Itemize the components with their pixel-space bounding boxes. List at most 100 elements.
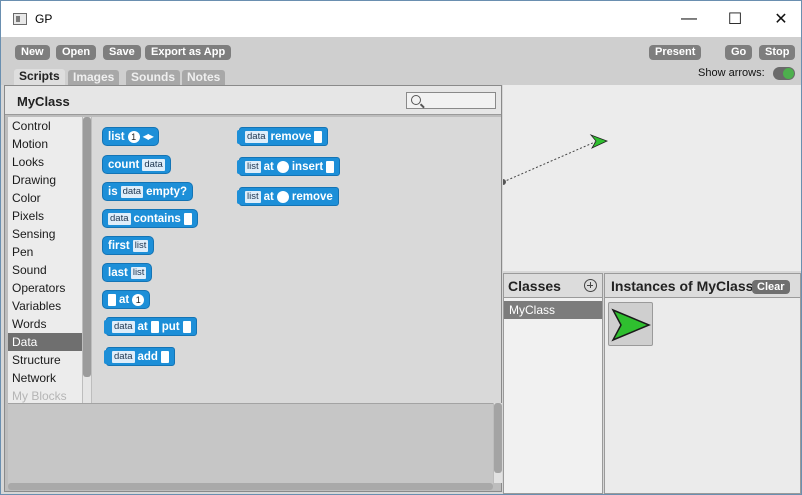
instances-header: Instances of MyClass Clear — [605, 274, 800, 298]
present-button[interactable]: Present — [649, 45, 702, 60]
instances-title: Instances of MyClass — [611, 278, 754, 294]
script-vertical-scrollbar-thumb[interactable] — [494, 403, 502, 473]
stage[interactable] — [503, 85, 801, 271]
save-button[interactable]: Save — [103, 45, 141, 60]
gp-window: GP — ☐ ✕ New Open Save Export as App Pre… — [0, 0, 802, 495]
tab-notes[interactable]: Notes — [182, 70, 226, 85]
input-slot[interactable]: list — [245, 190, 261, 203]
input-slot[interactable]: data — [245, 130, 268, 143]
number-slot[interactable]: 1 — [132, 293, 145, 306]
block-count[interactable]: count data — [102, 155, 171, 174]
block-remove[interactable]: data remove — [236, 127, 329, 146]
category-pixels[interactable]: Pixels — [8, 207, 82, 225]
window-title: GP — [35, 12, 53, 26]
input-slot[interactable] — [326, 160, 335, 173]
block-at-put[interactable]: data at put — [104, 317, 197, 336]
maximize-button[interactable]: ☐ — [712, 1, 758, 37]
category-control[interactable]: Control — [8, 117, 82, 135]
go-button[interactable]: Go — [725, 45, 753, 60]
block-item-at[interactable]: at 1 — [102, 290, 151, 309]
script-horizontal-scrollbar[interactable] — [8, 483, 493, 490]
input-slot[interactable]: data — [112, 350, 135, 363]
block-label: list — [108, 130, 125, 143]
block-label: last — [108, 266, 128, 279]
clear-button[interactable]: Clear — [752, 280, 790, 294]
toolbar: New Open Save Export as App Present Go S… — [1, 37, 801, 85]
input-slot[interactable]: data — [108, 212, 131, 225]
classes-pane: Classes MyClass — [503, 273, 603, 494]
category-pen[interactable]: Pen — [8, 243, 82, 261]
sprite-arrow-icon — [611, 308, 651, 342]
block-label: contains — [133, 212, 181, 225]
block-first[interactable]: first list — [102, 236, 155, 255]
classes-title: Classes — [508, 278, 561, 294]
block-contains[interactable]: data contains — [102, 209, 198, 228]
sprite-arrow-icon[interactable] — [589, 134, 609, 149]
input-slot[interactable] — [108, 293, 116, 306]
class-list-item[interactable]: MyClass — [504, 301, 602, 319]
stop-button[interactable]: Stop — [759, 45, 796, 60]
export-as-app-button[interactable]: Export as App — [145, 45, 232, 60]
category-looks[interactable]: Looks — [8, 153, 82, 171]
number-slot[interactable]: 1 — [127, 130, 140, 143]
category-network[interactable]: Network — [8, 369, 82, 387]
block-label: empty? — [146, 185, 187, 198]
category-words[interactable]: Words — [8, 315, 82, 333]
category-variables[interactable]: Variables — [8, 297, 82, 315]
block-add[interactable]: data add — [104, 347, 175, 366]
category-structure[interactable]: Structure — [8, 351, 82, 369]
title-bar: GP — ☐ ✕ — [1, 1, 801, 37]
input-slot[interactable] — [183, 212, 192, 225]
stage-canvas — [503, 134, 609, 185]
block-last[interactable]: last list — [102, 263, 153, 282]
block-label: add — [137, 350, 158, 363]
new-button[interactable]: New — [15, 45, 50, 60]
rotation-center-dot[interactable] — [503, 179, 506, 185]
input-slot[interactable]: data — [142, 158, 165, 171]
input-slot[interactable]: list — [130, 266, 147, 279]
input-slot[interactable] — [160, 350, 169, 363]
block-label: put — [161, 320, 180, 333]
category-my-blocks[interactable]: My Blocks — [8, 387, 82, 403]
category-data[interactable]: Data — [8, 333, 82, 351]
search-input[interactable] — [406, 92, 496, 109]
block-is-empty[interactable]: is data empty? — [102, 182, 193, 201]
block-at-remove[interactable]: list at remove — [237, 187, 339, 206]
show-arrows-toggle[interactable] — [773, 67, 795, 80]
category-scrollbar[interactable] — [83, 117, 91, 403]
block-list[interactable]: list 1 ◀▶ — [102, 127, 159, 146]
block-label: is — [108, 185, 118, 198]
tab-images[interactable]: Images — [68, 70, 120, 85]
script-vertical-scrollbar[interactable] — [494, 403, 502, 483]
block-label: remove — [270, 130, 312, 143]
instances-pane: Instances of MyClass Clear — [604, 273, 801, 494]
tab-sounds[interactable]: Sounds — [126, 70, 180, 85]
category-sound[interactable]: Sound — [8, 261, 82, 279]
category-color[interactable]: Color — [8, 189, 82, 207]
block-at-insert[interactable]: list at insert — [236, 157, 341, 176]
instance-thumbnail[interactable] — [608, 302, 653, 346]
close-button[interactable]: ✕ — [758, 1, 801, 37]
input-slot[interactable]: list — [245, 160, 261, 173]
category-scrollbar-thumb[interactable] — [83, 117, 91, 377]
input-slot[interactable] — [314, 130, 323, 143]
script-area[interactable] — [8, 403, 493, 488]
input-slot[interactable]: list — [132, 239, 149, 252]
expand-arrows-icon[interactable]: ◀▶ — [143, 132, 154, 141]
tab-scripts[interactable]: Scripts — [14, 69, 65, 85]
input-slot[interactable]: data — [120, 185, 144, 198]
input-slot[interactable] — [182, 320, 191, 333]
category-drawing[interactable]: Drawing — [8, 171, 82, 189]
minimize-button[interactable]: — — [666, 1, 712, 37]
category-sensing[interactable]: Sensing — [8, 225, 82, 243]
open-button[interactable]: Open — [56, 45, 97, 60]
input-slot[interactable] — [276, 190, 289, 203]
category-operators[interactable]: Operators — [8, 279, 82, 297]
classes-header: Classes — [504, 274, 602, 298]
add-class-icon[interactable] — [584, 279, 597, 292]
input-slot[interactable] — [276, 160, 289, 173]
category-list: Control Motion Looks Drawing Color Pixel… — [8, 117, 82, 403]
input-slot[interactable]: data — [112, 320, 135, 333]
input-slot[interactable] — [150, 320, 159, 333]
category-motion[interactable]: Motion — [8, 135, 82, 153]
